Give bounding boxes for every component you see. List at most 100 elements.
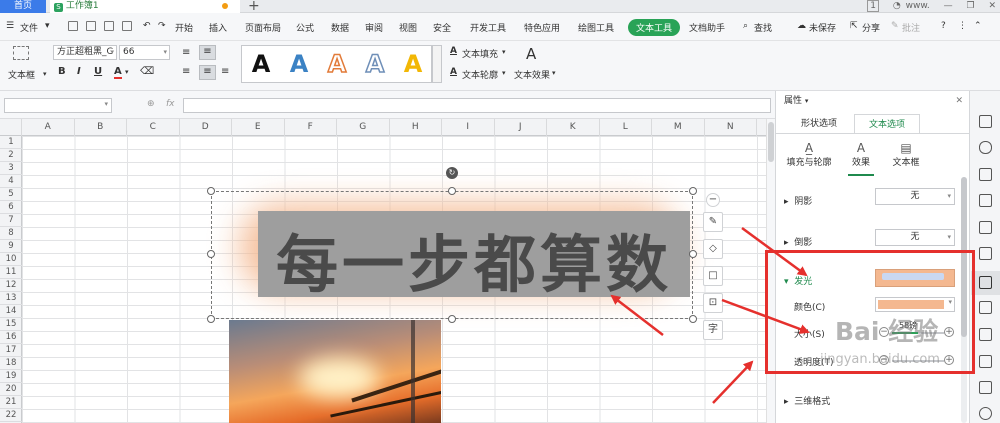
text-effect-button[interactable]: 文本效果 [514,68,550,81]
column-header[interactable]: K [547,119,600,136]
tab-home[interactable]: 首页 [0,0,46,13]
row-header[interactable]: 4 [0,175,22,188]
menu-search[interactable]: 查找 [754,21,772,34]
menu-item-1[interactable]: 插入 [209,21,227,34]
pen-icon[interactable]: ✎ [703,212,723,232]
collapse-ribbon-icon[interactable]: ⌃ [974,21,982,31]
column-header[interactable]: N [705,119,757,136]
resize-handle-w[interactable] [207,250,215,258]
print-preview-icon[interactable] [122,21,132,31]
textbox-icon[interactable] [13,46,29,60]
menu-item-6[interactable]: 视图 [399,21,417,34]
column-header[interactable]: B [75,119,127,136]
align-middle-icon[interactable]: ≡ [199,45,216,60]
chart-icon[interactable] [979,221,992,234]
row-header[interactable]: 11 [0,266,22,279]
align-right-icon[interactable]: ≡ [221,66,229,77]
wordart-style-orange-outline[interactable]: A [320,49,354,79]
menu-item-2[interactable]: 页面布局 [245,21,281,34]
menu-item-7[interactable]: 安全 [433,21,451,34]
resize-handle-n[interactable] [448,187,456,195]
share-doc-icon[interactable] [979,355,992,368]
backup-icon[interactable] [979,247,992,260]
formula-input[interactable] [183,98,771,113]
tab-text-options[interactable]: 文本选项 [854,114,920,134]
rotate-handle-icon[interactable]: ↻ [446,167,458,179]
fill-bucket-icon[interactable]: ◇ [703,239,723,259]
resize-handle-sw[interactable] [207,315,215,323]
crop-icon[interactable] [979,328,992,341]
help-circle-icon[interactable] [979,407,992,420]
row-header[interactable]: 21 [0,396,22,409]
resize-handle-nw[interactable] [207,187,215,195]
help-button[interactable]: ? [941,21,946,31]
table-icon[interactable] [979,194,992,207]
column-header[interactable]: D [180,119,232,136]
tab-workbook[interactable]: S 工作簿1 [50,0,240,13]
text-box[interactable] [207,187,697,323]
row-header[interactable]: 16 [0,331,22,344]
user-avatar-icon[interactable]: ◔ [893,1,901,11]
row-header[interactable]: 22 [0,409,22,422]
section-3d-format[interactable]: ▸ 三维格式 [784,394,830,407]
row-header[interactable]: 10 [0,253,22,266]
collapse-icon[interactable]: − [706,193,720,207]
align-center-icon[interactable]: ≡ [199,65,216,80]
more-icon[interactable]: ⋮ [958,21,967,31]
shadow-select[interactable]: 无 ▾ [875,188,955,205]
style-icon[interactable] [979,168,992,181]
column-header[interactable]: G [337,119,390,136]
column-header[interactable]: I [442,119,495,136]
bold-button[interactable]: B [58,66,66,77]
font-name-combo[interactable]: 方正超粗黑_G ▾ [53,45,117,60]
pane-title[interactable]: 属性 [784,96,802,106]
select-all-corner[interactable] [0,119,22,136]
menu-item-8[interactable]: 开发工具 [470,21,506,34]
section-reflection[interactable]: ▸ 倒影 [784,235,812,248]
chevron-down-icon[interactable]: ▾ [125,68,129,76]
menu-item-9[interactable]: 特色应用 [524,21,560,34]
comment-button[interactable]: 批注 [902,21,920,34]
scroll-thumb[interactable] [768,122,774,162]
row-header[interactable]: 1 [0,136,22,149]
chevron-down-icon[interactable]: ▾ [502,48,506,56]
sunset-railway-photo[interactable] [229,320,441,423]
row-header[interactable]: 3 [0,162,22,175]
undo-icon[interactable]: ↶ [143,21,151,31]
font-color-button[interactable]: A [114,66,122,79]
row-header[interactable]: 18 [0,357,22,370]
column-header[interactable]: F [285,119,337,136]
image-icon[interactable] [979,381,992,394]
row-header[interactable]: 17 [0,344,22,357]
wordart-style-blue[interactable]: A [282,50,316,78]
minimize-button[interactable]: — [944,1,953,11]
redo-icon[interactable]: ↷ [158,21,166,31]
row-header[interactable]: 15 [0,318,22,331]
align-top-icon[interactable]: ≡ [182,47,190,58]
menu-item-4[interactable]: 数据 [331,21,349,34]
gallery-scroll[interactable] [432,45,442,83]
hamburger-icon[interactable]: ☰ [6,21,14,31]
resize-handle-s[interactable] [448,315,456,323]
chevron-down-icon[interactable]: ▾ [43,70,47,78]
menu-file[interactable]: 文件 [20,21,38,34]
chevron-down-icon[interactable]: ▾ [805,97,809,105]
column-header[interactable]: C [127,119,180,136]
row-header[interactable]: 20 [0,383,22,396]
wordart-style-blue-outline[interactable]: A [358,49,392,79]
restore-button[interactable]: ❐ [967,1,975,11]
row-header[interactable]: 12 [0,279,22,292]
row-header[interactable]: 7 [0,214,22,227]
subtab-textbox[interactable]: ▤ 文本框 [879,141,933,168]
zoom-icon[interactable]: ⊕ [147,99,155,109]
row-header[interactable]: 9 [0,240,22,253]
row-header[interactable]: 6 [0,201,22,214]
menu-assistant[interactable]: 文档助手 [689,21,725,34]
row-header[interactable]: 2 [0,149,22,162]
print-icon[interactable] [104,21,114,31]
chevron-down-icon[interactable]: ▾ [45,21,50,31]
row-header[interactable]: 19 [0,370,22,383]
outline-icon[interactable]: □ [703,266,723,286]
tab-shape-options[interactable]: 形状选项 [788,114,850,134]
export-pdf-icon[interactable] [86,21,96,31]
